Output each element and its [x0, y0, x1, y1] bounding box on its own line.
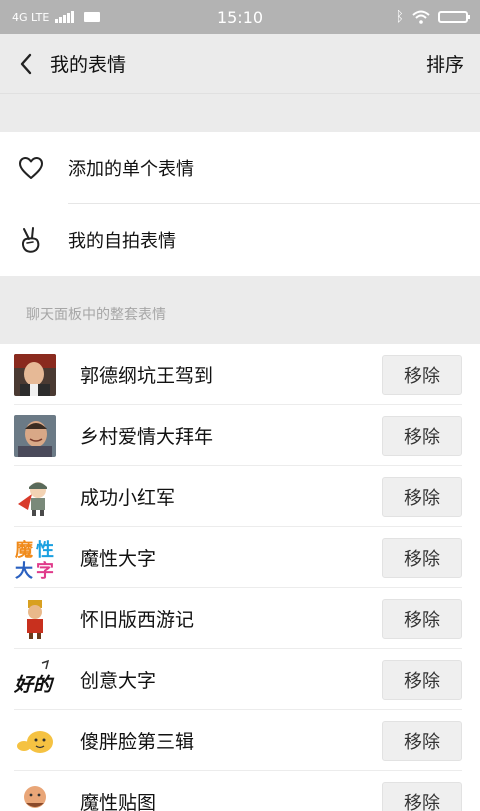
added-single-stickers-label: 添加的单个表情: [68, 159, 194, 180]
signal-icon: [55, 11, 75, 23]
chevron-left-icon: [20, 53, 32, 74]
status-left: 4G LTE: [12, 10, 101, 24]
sort-button[interactable]: 排序: [426, 50, 464, 77]
pack-thumbnail: [14, 475, 56, 518]
pack-thumbnail: [14, 353, 56, 396]
sticker-pack-row: 成功小红军 移除: [0, 466, 480, 527]
pack-name: 怀旧版西游记: [80, 609, 195, 631]
thumb-text: 好的: [14, 674, 55, 696]
pack-thumbnail: [14, 780, 56, 811]
sticker-pack-row: 乡村爱情大拜年 移除: [0, 405, 480, 466]
my-selfie-stickers-label: 我的自拍表情: [68, 231, 176, 252]
sticker-pack-row: 怀旧版西游记 移除: [0, 588, 480, 649]
nav-header: 我的表情 排序: [0, 34, 480, 94]
remove-button[interactable]: 移除: [382, 415, 462, 456]
pack-name: 傻胖脸第三辑: [80, 731, 195, 753]
remove-button[interactable]: 移除: [382, 476, 462, 517]
pack-thumbnail: 魔 性 大 字: [14, 536, 56, 579]
sticker-pack-row: 傻胖脸第三辑 移除: [0, 710, 480, 771]
sticker-pack-list: 郭德纲坑王驾到 移除 乡村爱情大拜年 移除 成功小红军 移除 魔 性 大 字 魔…: [0, 344, 480, 811]
pack-name: 郭德纲坑王驾到: [80, 365, 214, 387]
status-bar: 4G LTE 15:10 ᛒ: [0, 0, 480, 34]
my-selfie-stickers-item[interactable]: 我的自拍表情: [0, 204, 480, 276]
sticker-pack-row: 郭德纲坑王驾到 移除: [0, 344, 480, 405]
video-icon: [84, 12, 101, 22]
status-right: ᛒ: [395, 9, 470, 25]
sticker-pack-row: 魔 性 大 字 魔性大字 移除: [0, 527, 480, 588]
remove-button[interactable]: 移除: [382, 537, 462, 578]
added-single-stickers-item[interactable]: 添加的单个表情: [0, 132, 480, 204]
network-label: 4G LTE: [12, 10, 50, 24]
remove-button[interactable]: 移除: [382, 598, 462, 639]
pack-thumbnail: [14, 719, 56, 762]
wifi-icon: [412, 10, 430, 24]
peace-hand-icon: [16, 225, 46, 255]
thumb-char: 大: [15, 560, 33, 579]
header-left: 我的表情: [12, 50, 126, 78]
pack-name: 乡村爱情大拜年: [80, 426, 214, 448]
pack-thumbnail: [14, 414, 56, 457]
remove-button[interactable]: 移除: [382, 659, 462, 700]
pack-name: 魔性大字: [80, 548, 157, 570]
remove-button[interactable]: 移除: [382, 354, 462, 395]
thumb-char: 魔: [15, 539, 33, 561]
page-title: 我的表情: [50, 54, 127, 76]
remove-button[interactable]: 移除: [382, 720, 462, 761]
battery-icon: [438, 11, 470, 23]
bluetooth-icon: ᛒ: [395, 9, 404, 25]
my-stickers-list: 添加的单个表情 我的自拍表情: [0, 132, 480, 276]
pack-thumbnail: [14, 597, 56, 640]
sticker-pack-row: 好的 创意大字 移除: [0, 649, 480, 710]
sticker-pack-row: 魔性贴图 移除: [0, 771, 480, 811]
back-button[interactable]: [12, 50, 40, 78]
pack-name: 创意大字: [80, 670, 157, 692]
thumb-char: 字: [36, 560, 54, 579]
spacer: [0, 94, 480, 132]
remove-button[interactable]: 移除: [382, 781, 462, 811]
thumb-char: 性: [36, 539, 54, 561]
heart-outline-icon: [16, 153, 46, 183]
pack-name: 魔性贴图: [80, 792, 157, 811]
section-header: 聊天面板中的整套表情: [0, 276, 480, 344]
pack-name: 成功小红军: [80, 487, 176, 509]
pack-thumbnail: 好的: [14, 658, 56, 701]
